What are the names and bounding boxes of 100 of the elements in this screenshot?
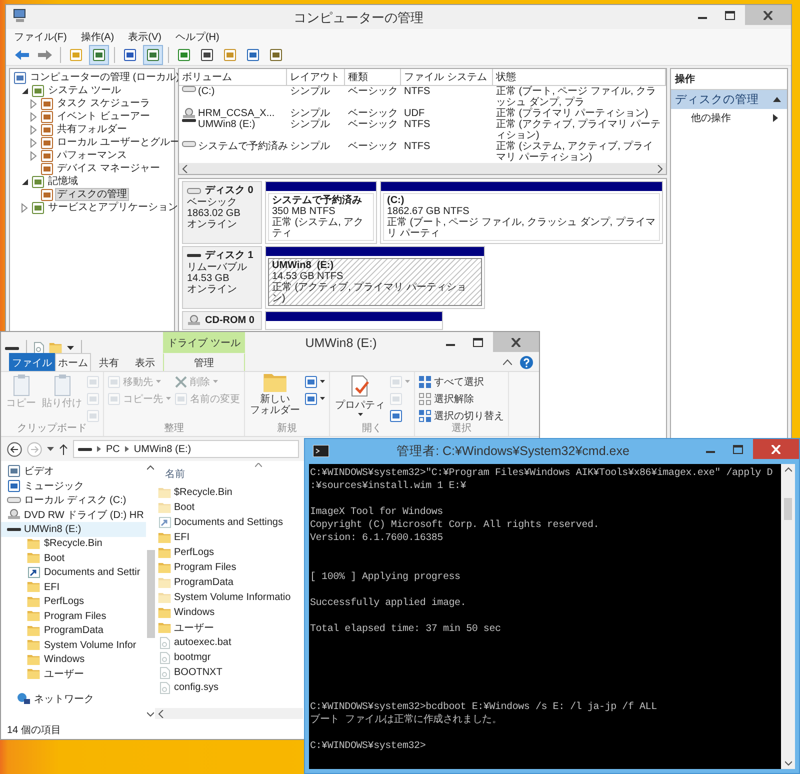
scroll-thumb[interactable] (146, 550, 154, 638)
scroll-up-icon[interactable] (147, 465, 154, 470)
tree-item[interactable]: 共有フォルダー (55, 123, 129, 136)
column-header[interactable]: ボリューム (179, 69, 287, 86)
disk-size: 14.53 GB (187, 273, 230, 284)
nav-item[interactable]: ProgramData (1, 624, 146, 638)
column-header[interactable]: 名前 (165, 467, 303, 481)
menu-item[interactable]: 操作(A) (80, 30, 114, 44)
scroll-down-icon[interactable] (147, 712, 154, 717)
partition[interactable]: システムで予約済み 350 MB NTFS 正常 (システム, アクティ (265, 181, 377, 244)
collapse-ribbon-icon[interactable] (503, 359, 512, 365)
actions-section[interactable]: ディスクの管理 (671, 90, 787, 109)
ribbon-group-label: クリップボード (16, 423, 88, 435)
file-name[interactable]: bootmgr (174, 652, 211, 663)
file-name[interactable]: PerfLogs (174, 547, 214, 558)
column-header[interactable]: 状態 (493, 69, 666, 86)
tree-item[interactable]: システム ツール (46, 84, 123, 97)
table-cell-text: 正常 (システム, アクティブ, プライマリ パーティション) (496, 141, 654, 163)
file-name[interactable]: Boot (174, 502, 195, 513)
toolbar-button[interactable] (89, 44, 109, 64)
expand-arrow[interactable] (21, 86, 30, 96)
drive-icon (182, 141, 196, 147)
folder-icon (158, 532, 171, 542)
tree-item[interactable]: デバイス マネージャー (55, 162, 162, 175)
scrollbar[interactable] (155, 708, 303, 719)
network-icon (17, 693, 30, 704)
partition[interactable]: UMWin8 (E:) 14.53 GB NTFS 正常 (アクティブ, プライマリ パーティション) (265, 246, 485, 309)
file-name[interactable]: System Volume Informatio (174, 592, 291, 603)
nav-item[interactable]: EFI (1, 580, 146, 594)
ribbon-tab[interactable]: ファイル (9, 353, 55, 371)
scroll-down-icon[interactable] (784, 761, 792, 766)
nav-item[interactable]: DVD RW ドライブ (D:) HR (1, 508, 146, 522)
expand-arrow[interactable] (21, 176, 30, 186)
close-button[interactable] (753, 439, 799, 459)
nav-item[interactable]: ユーザー (1, 667, 146, 682)
tree-item[interactable]: サービスとアプリケーション (46, 201, 180, 214)
ribbon-button[interactable]: 新しい フォルダー (249, 374, 301, 416)
ribbon-tab[interactable]: 表示 (127, 353, 163, 371)
help-icon[interactable] (520, 356, 533, 368)
back-button[interactable] (7, 442, 22, 456)
caret-icon[interactable] (47, 447, 54, 451)
file-name[interactable]: Documents and Settings (174, 517, 283, 528)
partition[interactable]: (C:) 1862.67 GB NTFS 正常 (ブート, ページ ファイル, クラッシュ ダンプ, プライマリ パーティ (380, 181, 663, 244)
action-item[interactable]: 他の操作 (671, 109, 787, 127)
ribbon-button[interactable]: プロパティ (334, 374, 386, 416)
ribbon-tab[interactable]: 共有 (91, 353, 127, 371)
scroll-up-icon[interactable] (784, 467, 792, 472)
address-bar[interactable]: PC UMWin8 (E:) (73, 440, 299, 458)
ribbon-icon-button[interactable] (305, 374, 325, 389)
nav-item[interactable]: ローカル ディスク (C:) (1, 493, 146, 508)
file-name[interactable]: $Recycle.Bin (174, 487, 232, 498)
nav-item[interactable]: ビデオ (1, 464, 146, 478)
file-name[interactable]: ユーザー (174, 620, 214, 634)
menu-item[interactable]: ヘルプ(H) (175, 30, 220, 44)
toolbar-button[interactable] (143, 44, 163, 64)
nav-item[interactable]: PerfLogs (1, 594, 146, 609)
close-button[interactable] (745, 5, 791, 25)
tree-item[interactable]: ディスクの管理 (55, 188, 129, 201)
nav-item[interactable]: UMWin8 (E:) (1, 522, 146, 536)
tree-item[interactable]: イベント ビューアー (55, 110, 152, 123)
tool-icon (224, 48, 236, 60)
tree-item[interactable]: パフォーマンス (55, 149, 129, 162)
nav-item[interactable]: ミュージック (1, 478, 146, 493)
disk-name: CD-ROM 0 (205, 314, 254, 327)
table-cell: 正常 (プライマリ パーティション) (496, 108, 648, 119)
file-name[interactable]: BOOTNXT (174, 667, 222, 678)
nav-item[interactable]: ネットワーク (1, 692, 146, 706)
file-name[interactable]: Program Files (174, 562, 236, 573)
nav-item[interactable]: Windows (1, 652, 146, 667)
ribbon-button[interactable]: 選択解除 (419, 391, 504, 406)
column-header[interactable]: ファイル システム (401, 69, 493, 86)
file-name[interactable]: autoexec.bat (174, 637, 232, 648)
menu-item[interactable]: 表示(V) (128, 30, 162, 44)
nav-item[interactable]: $Recycle.Bin (1, 536, 146, 551)
scrollbar[interactable] (179, 163, 666, 174)
file-name[interactable]: Windows (174, 607, 215, 618)
tree-item[interactable]: タスク スケジューラ (55, 97, 152, 110)
file-name[interactable]: config.sys (174, 682, 218, 693)
partition[interactable] (265, 311, 443, 330)
nav-item[interactable]: Documents and Settir (1, 566, 146, 580)
file-name[interactable]: EFI (174, 532, 190, 543)
nav-item[interactable]: System Volume Infor (1, 638, 146, 652)
breadcrumb[interactable]: PC (106, 444, 120, 454)
ribbon-icon-button[interactable] (305, 391, 325, 406)
file-name[interactable]: ProgramData (174, 577, 234, 588)
nav-item[interactable]: Boot (1, 551, 146, 566)
tree-item[interactable]: 記憶域 (46, 175, 80, 188)
ribbon-tab[interactable]: ホーム (55, 353, 91, 371)
ribbon-button[interactable]: すべて選択 (419, 374, 504, 389)
column-header[interactable]: レイアウト (287, 69, 345, 86)
up-arrow-icon[interactable] (59, 444, 68, 454)
column-header[interactable]: 種類 (345, 69, 401, 86)
folder-icon (27, 669, 40, 680)
close-icon (763, 10, 773, 20)
menu-item[interactable]: ファイル(F) (14, 30, 67, 44)
ribbon-button[interactable]: 選択の切り替え (419, 408, 504, 423)
nav-item[interactable]: Program Files (1, 609, 146, 624)
breadcrumb[interactable]: UMWin8 (E:) (134, 444, 192, 454)
close-button[interactable] (493, 332, 539, 352)
scroll-thumb[interactable] (784, 498, 792, 520)
